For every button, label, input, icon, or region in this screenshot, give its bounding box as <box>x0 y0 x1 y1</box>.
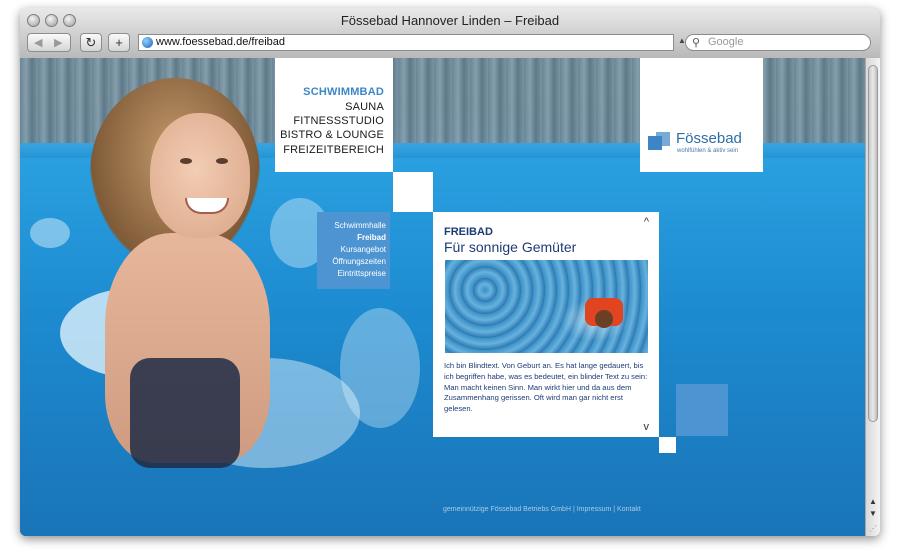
main-nav-item-schwimmbad[interactable]: SCHWIMMBAD <box>303 86 384 98</box>
scroll-down-arrow-icon[interactable]: ▼ <box>869 509 877 518</box>
card-photo <box>445 260 648 353</box>
forward-arrow-icon[interactable]: ▶ <box>54 36 62 49</box>
decorative-square <box>676 384 728 436</box>
water-splash <box>30 218 70 248</box>
photo-girl-eye <box>180 158 192 164</box>
logo-mark-icon <box>648 136 662 150</box>
scroll-up-arrow-icon[interactable]: ▲ <box>869 497 877 506</box>
address-bar[interactable]: www.foessebad.de/freibad <box>138 34 674 51</box>
decorative-square <box>393 172 433 212</box>
water-splash <box>340 308 420 428</box>
sub-nav-item-eintrittspreise[interactable]: Eintrittspreise <box>338 269 386 278</box>
sub-nav-item-schwimmhalle[interactable]: Schwimmhalle <box>334 221 386 230</box>
card-body-text: Ich bin Blindtext. Von Geburt an. Es hat… <box>444 361 648 414</box>
vertical-scrollbar[interactable]: ▲ ▼ ⋰ <box>865 58 880 536</box>
main-nav-item-bistro-lounge[interactable]: BISTRO & LOUNGE <box>280 129 384 141</box>
resize-grip-icon[interactable]: ⋰ <box>869 524 877 533</box>
browser-window: Fössebad Hannover Linden – Freibad ◀ ▶ ↻… <box>20 8 880 536</box>
sub-nav-item-freibad[interactable]: Freibad <box>357 233 386 242</box>
photo-girl-face <box>150 113 250 238</box>
chevron-up-icon[interactable]: ^ <box>644 216 649 228</box>
scrollbar-thumb[interactable] <box>868 65 878 422</box>
back-forward-buttons: ◀ ▶ <box>27 33 71 52</box>
main-nav-item-sauna[interactable]: SAUNA <box>345 101 384 113</box>
window-title: Fössebad Hannover Linden – Freibad <box>340 13 560 28</box>
chevron-down-icon[interactable]: v <box>644 421 650 433</box>
search-icon: ⚲ <box>692 37 701 49</box>
search-field[interactable]: ⚲ Google <box>685 34 871 51</box>
page-content: SCHWIMMBAD SAUNA FITNESSSTUDIO BISTRO & … <box>20 58 865 536</box>
photo-girl-swimsuit <box>130 358 240 468</box>
footer-text[interactable]: gemeinnützige Fössebad Betriebs GmbH | I… <box>443 506 641 513</box>
logo-name: Fössebad <box>676 130 742 147</box>
globe-icon <box>142 37 153 48</box>
logo[interactable]: Fössebad wohlfühlen & aktiv sein <box>640 58 763 172</box>
main-nav: SCHWIMMBAD SAUNA FITNESSSTUDIO BISTRO & … <box>275 58 393 172</box>
sub-nav: Schwimmhalle Freibad Kursangebot Öffnung… <box>317 212 390 289</box>
photo-child-head <box>595 310 613 328</box>
sub-nav-item-oeffnungszeiten[interactable]: Öffnungszeiten <box>332 257 386 266</box>
add-bookmark-button[interactable]: + <box>108 33 130 52</box>
main-nav-item-fitnessstudio[interactable]: FITNESSSTUDIO <box>293 115 384 127</box>
url-text[interactable]: www.foessebad.de/freibad <box>156 36 285 48</box>
decorative-square <box>659 437 676 453</box>
reload-button[interactable]: ↻ <box>80 33 102 52</box>
content-card: ^ FREIBAD Für sonnige Gemüter Ich bin Bl… <box>433 212 659 437</box>
back-arrow-icon[interactable]: ◀ <box>34 36 42 49</box>
card-heading: FREIBAD <box>444 226 493 238</box>
logo-tagline: wohlfühlen & aktiv sein <box>677 148 739 154</box>
search-placeholder[interactable]: Google <box>708 36 743 48</box>
title-bar: Fössebad Hannover Linden – Freibad ◀ ▶ ↻… <box>20 8 880 59</box>
main-nav-item-freizeitbereich[interactable]: FREIZEITBEREICH <box>283 144 384 156</box>
photo-girl-eye <box>216 158 228 164</box>
sub-nav-item-kursangebot[interactable]: Kursangebot <box>341 245 386 254</box>
card-subheading: Für sonnige Gemüter <box>444 239 577 255</box>
